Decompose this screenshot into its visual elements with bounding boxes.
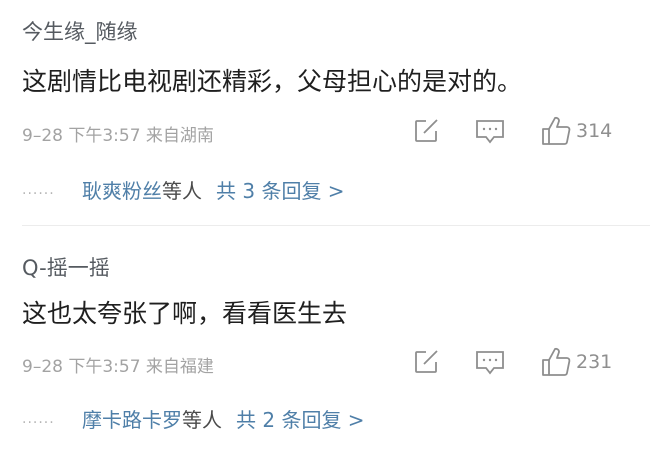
reply-suffix: 等人 (162, 179, 202, 203)
comment-username[interactable]: Q-摇一摇 (22, 252, 110, 282)
comment-meta: 9–28 下午3:57 来自湖南 (22, 126, 214, 146)
ellipsis-icon: ...... (22, 181, 55, 198)
comment-item: 今生缘_随缘 这剧情比电视剧还精彩，父母担心的是对的。 9–28 下午3:57 … (0, 0, 650, 226)
reply-total-link[interactable]: 共 3 条回复 > (216, 175, 345, 204)
reply-summary[interactable]: ...... 摩卡路卡罗 等人 共 2 条回复 > (22, 404, 365, 433)
like-button[interactable]: 231 (540, 346, 612, 378)
comment-item: Q-摇一摇 这也太夸张了啊，看看医生去 9–28 下午3:57 来自福建 231… (0, 226, 650, 467)
comment-button[interactable] (474, 348, 506, 376)
share-icon (412, 117, 440, 145)
comment-username[interactable]: 今生缘_随缘 (22, 16, 138, 46)
like-count: 314 (576, 120, 613, 142)
ellipsis-icon: ...... (22, 410, 55, 427)
like-icon (540, 346, 572, 378)
comment-content: 这剧情比电视剧还精彩，父母担心的是对的。 (22, 67, 523, 96)
share-icon (412, 348, 440, 376)
comment-button[interactable] (474, 117, 506, 145)
comment-icon (474, 117, 506, 145)
share-button[interactable] (412, 117, 440, 145)
like-count: 231 (576, 351, 613, 373)
share-button[interactable] (412, 348, 440, 376)
reply-names[interactable]: 摩卡路卡罗 (82, 404, 182, 433)
reply-names[interactable]: 耿爽粉丝 (82, 175, 162, 204)
comment-icon (474, 348, 506, 376)
like-button[interactable]: 314 (540, 115, 612, 147)
comment-meta: 9–28 下午3:57 来自福建 (22, 357, 214, 377)
reply-summary[interactable]: ...... 耿爽粉丝 等人 共 3 条回复 > (22, 175, 345, 204)
comment-content: 这也太夸张了啊，看看医生去 (22, 299, 348, 328)
like-icon (540, 115, 572, 147)
reply-total-link[interactable]: 共 2 条回复 > (236, 404, 365, 433)
reply-suffix: 等人 (182, 408, 222, 432)
